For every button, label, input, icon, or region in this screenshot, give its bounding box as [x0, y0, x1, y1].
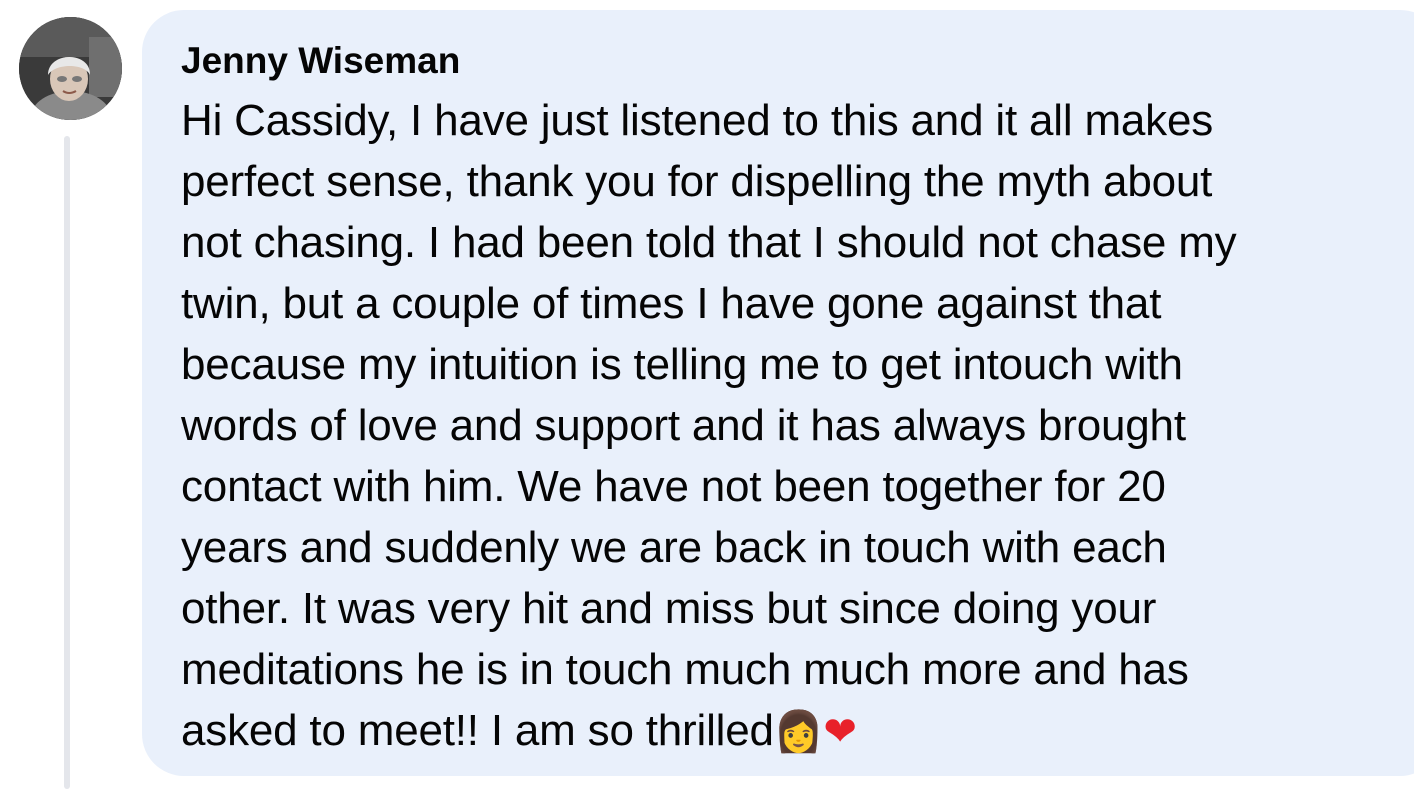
comment-text-line-last: asked to meet!! I am so thrilled👩❤ — [181, 700, 1406, 763]
comment-bubble: Jenny Wiseman Hi Cassidy, I have just li… — [142, 10, 1414, 776]
comment-text-line: meditations he is in touch much much mor… — [181, 645, 1189, 694]
comment-text-line: years and suddenly we are back in touch … — [181, 523, 1167, 572]
profile-photo-image — [19, 17, 122, 120]
red-heart-emoji-icon: ❤ — [823, 709, 857, 755]
comment-text-line: words of love and support and it has alw… — [181, 401, 1186, 450]
comment-text-line: twin, but a couple of times I have gone … — [181, 279, 1162, 328]
avatar[interactable] — [19, 17, 122, 120]
comment-text-line: not chasing. I had been told that I shou… — [181, 218, 1237, 267]
woman-emoji-icon: 👩 — [773, 709, 824, 755]
comment-author-name[interactable]: Jenny Wiseman — [181, 36, 460, 86]
comment-text-line: perfect sense, thank you for dispelling … — [181, 157, 1213, 206]
comment-text-line: other. It was very hit and miss but sinc… — [181, 584, 1157, 633]
reply-thread-line — [64, 136, 70, 789]
comment-text: Hi Cassidy, I have just listened to this… — [181, 90, 1406, 763]
comment-text-line: asked to meet!! I am so thrilled — [181, 706, 774, 755]
comment-text-line: because my intuition is telling me to ge… — [181, 340, 1183, 389]
comment-text-line: Hi Cassidy, I have just listened to this… — [181, 96, 1214, 145]
comment-text-line: contact with him. We have not been toget… — [181, 462, 1166, 511]
